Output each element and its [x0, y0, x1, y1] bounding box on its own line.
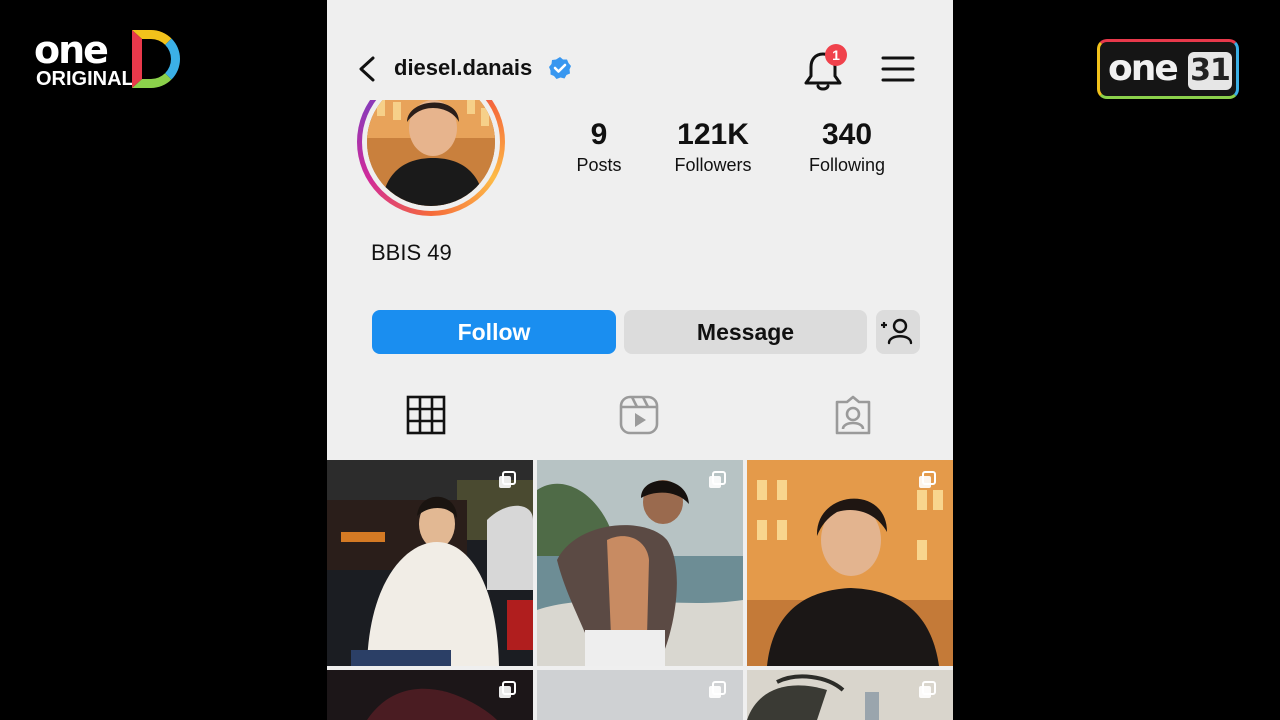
post-thumbnail[interactable] [747, 670, 953, 720]
profile-bio: BBIS 49 [371, 240, 452, 265]
one31-channel-logo: one 31 [1097, 39, 1239, 99]
profile-username: diesel.danais [394, 55, 533, 80]
multiple-posts-icon [709, 681, 726, 698]
logo-word: one [34, 28, 109, 72]
following-count: 340 [821, 118, 873, 151]
post-thumbnail[interactable] [537, 670, 743, 720]
followers-stat[interactable]: 121K Followers [663, 118, 763, 178]
channel-logo-word: one [1108, 48, 1179, 89]
multiple-posts-icon [499, 471, 516, 488]
verified-badge-icon [549, 57, 571, 79]
followers-label: Followers [674, 155, 752, 175]
follow-button[interactable]: Follow [372, 310, 616, 354]
posts-label: Posts [576, 155, 622, 175]
reels-icon[interactable] [618, 394, 660, 436]
tagged-icon[interactable] [832, 394, 874, 436]
logo-subtitle: ORIGINAL [36, 68, 134, 90]
posts-grid [327, 460, 953, 720]
followers-count: 121K [677, 118, 749, 151]
post-thumbnail[interactable] [747, 460, 953, 666]
profile-header: diesel.danais 1 [327, 40, 953, 100]
oned-original-logo: one ORIGINAL [34, 30, 184, 92]
channel-number: 31 [1188, 52, 1232, 90]
hamburger-menu-icon[interactable] [881, 54, 915, 84]
logo-d-mark [132, 30, 180, 88]
profile-avatar [357, 100, 505, 218]
following-stat[interactable]: 340 Following [797, 118, 897, 178]
add-user-icon [881, 318, 913, 345]
message-button[interactable]: Message [624, 310, 867, 354]
posts-stat[interactable]: 9 Posts [571, 118, 627, 178]
notification-count-badge: 1 [825, 44, 847, 66]
instagram-profile-screen: diesel.danais 1 9 Posts 121K Followers 3… [327, 0, 953, 720]
multiple-posts-icon [919, 471, 936, 488]
post-thumbnail[interactable] [327, 460, 533, 666]
following-label: Following [808, 155, 886, 175]
multiple-posts-icon [709, 471, 726, 488]
suggested-users-button[interactable] [876, 310, 920, 354]
multiple-posts-icon [919, 681, 936, 698]
post-thumbnail[interactable] [537, 460, 743, 666]
post-thumbnail[interactable] [327, 670, 533, 720]
multiple-posts-icon [499, 681, 516, 698]
back-arrow-icon[interactable] [355, 54, 381, 84]
grid-icon[interactable] [405, 394, 447, 436]
posts-count: 9 [590, 118, 608, 151]
